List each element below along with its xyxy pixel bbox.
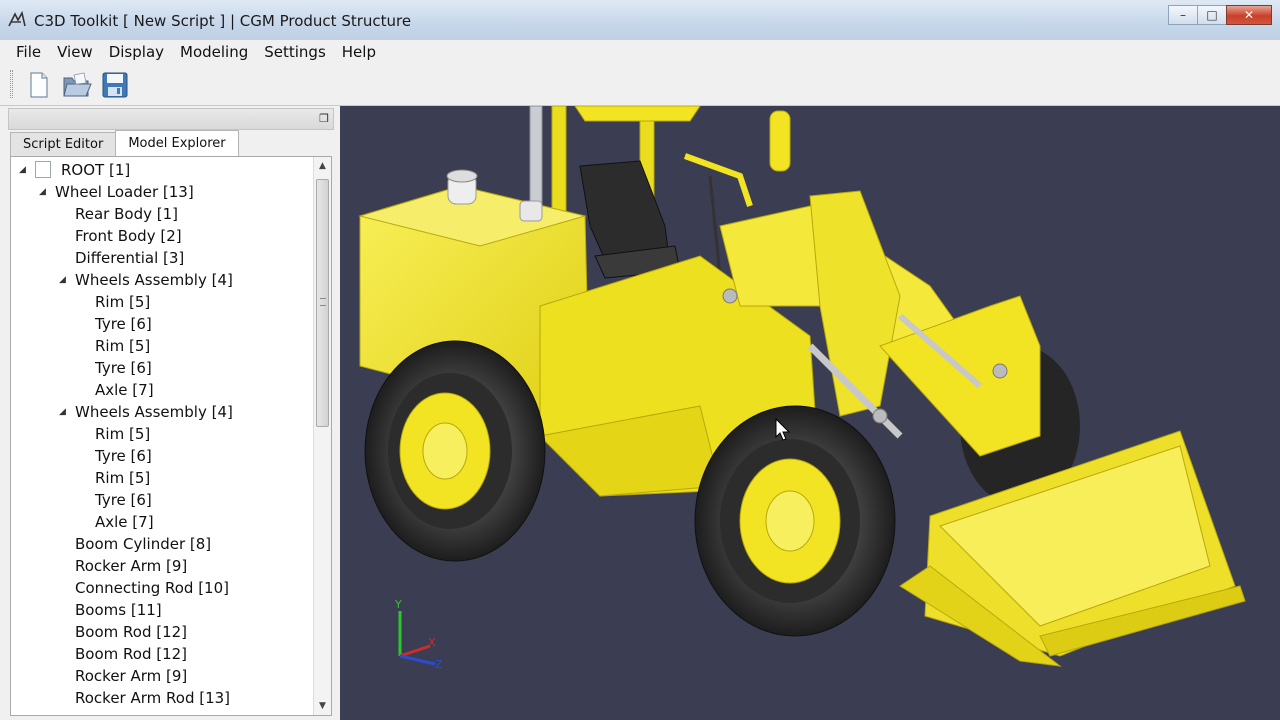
tab-script-editor[interactable]: Script Editor <box>10 132 117 156</box>
title-bar: C3D Toolkit [ New Script ] | CGM Product… <box>0 0 1280 40</box>
open-file-button[interactable] <box>62 70 92 100</box>
float-panel-icon[interactable]: ❐ <box>319 112 329 125</box>
tree-item[interactable]: Rim [5] <box>95 291 150 313</box>
tree-item[interactable]: Boom Cylinder [8] <box>75 533 211 555</box>
tree-expander-icon[interactable]: ◢ <box>59 275 69 285</box>
tree-item[interactable]: Axle [7] <box>95 511 154 533</box>
open-folder-icon <box>63 72 92 96</box>
maximize-button[interactable]: □ <box>1197 5 1227 25</box>
new-document-icon <box>30 71 48 98</box>
tree-item[interactable]: Tyre [6] <box>95 313 152 335</box>
3ds-logo-icon <box>8 10 26 27</box>
axis-triad-icon: Y X Z <box>394 598 443 671</box>
tree-item[interactable]: Axle [7] <box>95 379 154 401</box>
tree-expander-icon[interactable]: ◢ <box>19 165 29 175</box>
tree-item[interactable]: Tyre [6] <box>95 489 152 511</box>
tree-item[interactable]: ROOT [1] <box>61 159 130 181</box>
save-file-button[interactable] <box>100 70 130 100</box>
tree-expander-icon[interactable]: ◢ <box>59 407 69 417</box>
svg-text:Y: Y <box>394 598 402 611</box>
tree-scrollbar[interactable]: ▲ ▼ <box>313 157 331 715</box>
scroll-thumb[interactable] <box>316 179 329 427</box>
tree-item[interactable]: Rocker Arm [9] <box>75 665 187 687</box>
model-explorer-dock: ❐ Script Editor Model Explorer ◢ ROOT [1]… <box>0 106 340 720</box>
menu-file[interactable]: File <box>8 43 49 61</box>
tree-item[interactable]: Tyre [6] <box>95 357 152 379</box>
3d-viewport[interactable]: Y X Z <box>340 106 1280 720</box>
tree-item[interactable]: Rocker Arm [9] <box>75 555 187 577</box>
tree-item[interactable]: Boom Rod [12] <box>75 643 187 665</box>
tree-item[interactable]: Front Body [2] <box>75 225 182 247</box>
new-file-button[interactable] <box>24 70 54 100</box>
scroll-up-arrow-icon[interactable]: ▲ <box>314 157 331 175</box>
menu-modeling[interactable]: Modeling <box>172 43 256 61</box>
root-node-icon <box>35 161 51 178</box>
window-title: C3D Toolkit [ New Script ] | CGM Product… <box>34 12 412 30</box>
tree-item[interactable]: Boom Rod [12] <box>75 621 187 643</box>
menu-help[interactable]: Help <box>334 43 384 61</box>
save-disk-icon <box>102 72 128 97</box>
menu-bar: File View Display Modeling Settings Help <box>0 40 1280 64</box>
minimize-button[interactable]: – <box>1168 5 1198 25</box>
svg-text:X: X <box>428 636 436 649</box>
svg-text:Z: Z <box>435 658 443 671</box>
tree-expander-icon[interactable]: ◢ <box>39 187 49 197</box>
tab-model-explorer[interactable]: Model Explorer <box>115 130 239 156</box>
toolbar-grip[interactable] <box>10 70 13 98</box>
tree-item[interactable]: Tyre [6] <box>95 445 152 467</box>
wheel-loader-model: Y X Z <box>358 106 1246 671</box>
tree-item[interactable]: Wheel Loader [13] <box>55 181 194 203</box>
window-controls: – □ ✕ <box>1168 5 1272 25</box>
tree-item[interactable]: Differential [3] <box>75 247 184 269</box>
close-button[interactable]: ✕ <box>1226 5 1272 25</box>
tree-item[interactable]: Wheels Assembly [4] <box>75 269 233 291</box>
panel-tabs: Script Editor Model Explorer <box>10 130 239 156</box>
menu-display[interactable]: Display <box>101 43 172 61</box>
tree-item[interactable]: Booms [11] <box>75 599 162 621</box>
model-tree: ◢ ROOT [1] ◢ Wheel Loader [13] Rear Body [1]… <box>10 156 332 716</box>
tree-item[interactable]: Wheels Assembly [4] <box>75 401 233 423</box>
toolbar <box>0 64 1280 106</box>
tree-item[interactable]: Rear Body [1] <box>75 203 178 225</box>
tree-item[interactable]: Connecting Rod [10] <box>75 577 229 599</box>
scroll-down-arrow-icon[interactable]: ▼ <box>314 697 331 715</box>
tree-item[interactable]: Rim [5] <box>95 423 150 445</box>
menu-settings[interactable]: Settings <box>256 43 334 61</box>
tree-item[interactable]: Rim [5] <box>95 335 150 357</box>
dock-title-bar[interactable]: ❐ <box>8 108 334 130</box>
tree-item[interactable]: Rocker Arm Rod [13] <box>75 687 230 709</box>
menu-view[interactable]: View <box>49 43 101 61</box>
tree-item[interactable]: Rim [5] <box>95 467 150 489</box>
